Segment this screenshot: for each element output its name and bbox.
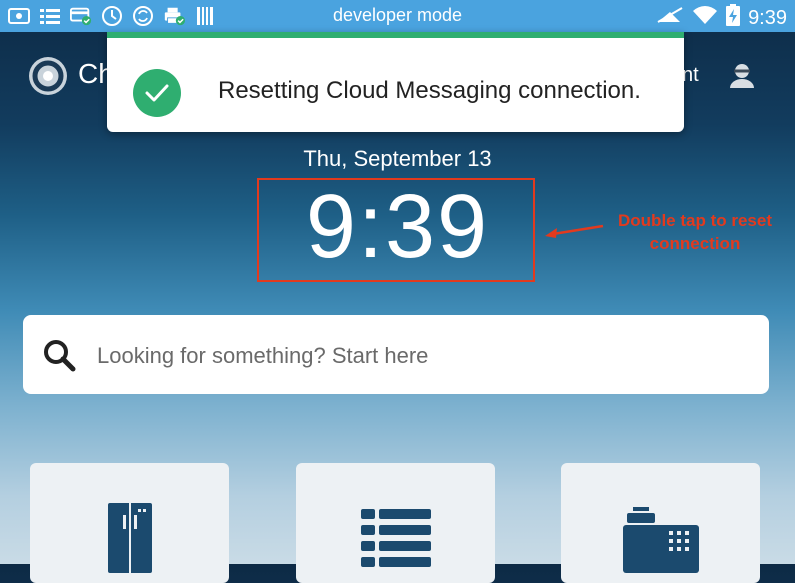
search-icon [42, 338, 76, 372]
tile-register[interactable] [561, 463, 760, 583]
annotation-line-2: connection [649, 234, 741, 253]
search-input[interactable] [95, 335, 739, 377]
tile-list[interactable] [296, 463, 495, 583]
annotation-note: Double tap to reset connection [598, 209, 792, 255]
app-logo-icon[interactable] [28, 56, 68, 96]
tile-refrigerator[interactable] [30, 463, 229, 583]
toast-message: Resetting Cloud Messaging connection. [218, 77, 641, 104]
date-label: Thu, September 13 [303, 146, 492, 171]
register-icon [622, 507, 699, 573]
user-avatar-icon[interactable] [728, 61, 756, 89]
annotation-line-1: Double tap to reset [618, 211, 772, 230]
refrigerator-icon [107, 503, 152, 573]
status-bar: developer mode 9:39 [0, 0, 795, 32]
battery-charging-icon [726, 4, 741, 32]
wifi-icon [692, 4, 718, 32]
annotation-arrow-icon [545, 224, 604, 238]
signal-icon [656, 5, 684, 31]
list-icon [360, 509, 431, 567]
toast-notification: Resetting Cloud Messaging connection. [107, 32, 684, 132]
status-bar-right: 9:39 [656, 4, 787, 32]
search-bar[interactable] [23, 315, 769, 394]
check-circle-icon [133, 69, 181, 117]
status-time: 9:39 [748, 6, 787, 29]
